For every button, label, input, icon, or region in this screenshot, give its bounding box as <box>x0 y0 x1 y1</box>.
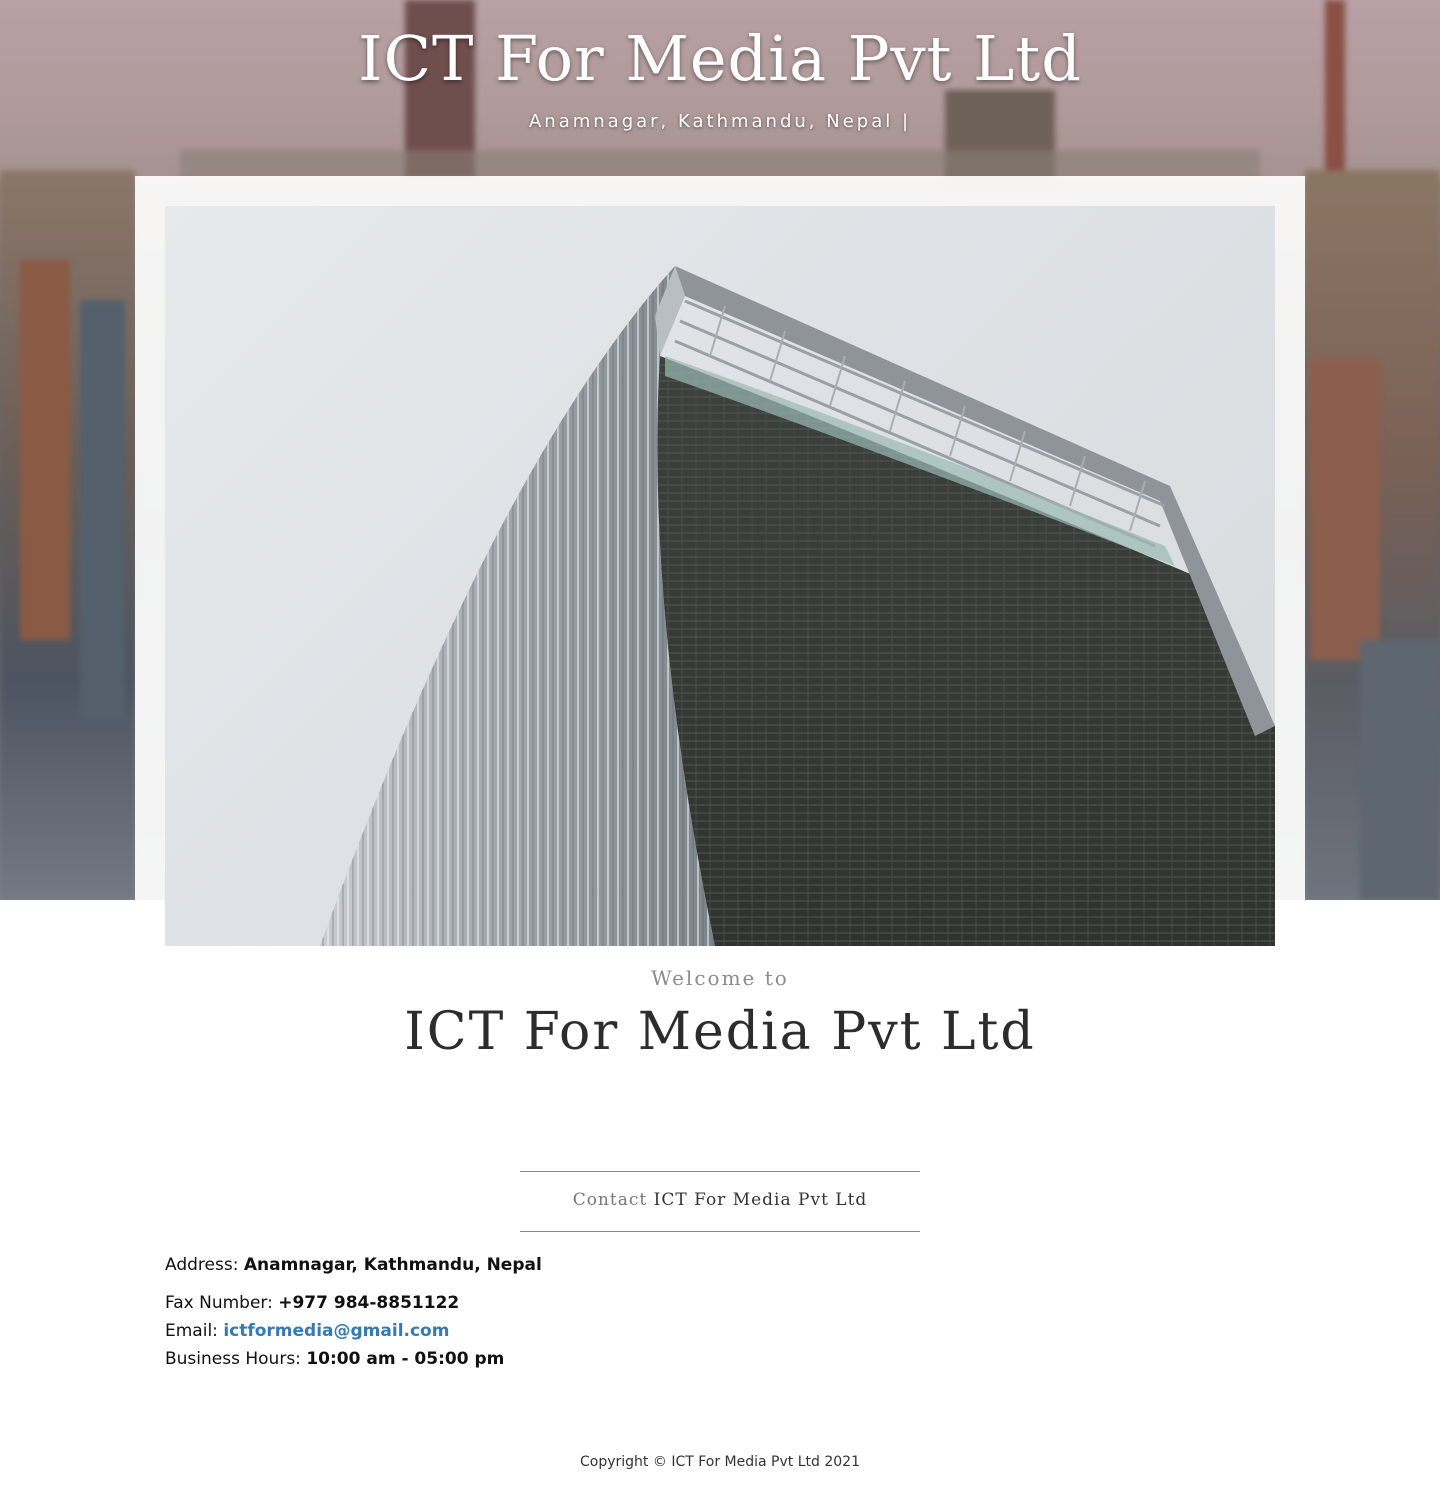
divider-top <box>520 1171 920 1172</box>
email-label: Email: <box>165 1321 218 1341</box>
site-tagline: Anamnagar, Kathmandu, Nepal | <box>528 111 912 132</box>
address-value: Anamnagar, Kathmandu, Nepal <box>243 1255 542 1275</box>
fax-label: Fax Number: <box>165 1293 273 1313</box>
fax-line: Fax Number: +977 984-8851122 <box>165 1293 459 1313</box>
hours-line: Business Hours: 10:00 am - 05:00 pm <box>165 1349 504 1369</box>
address-label: Address: <box>165 1255 239 1275</box>
hours-value: 10:00 am - 05:00 pm <box>306 1349 505 1369</box>
welcome-text: Welcome to <box>651 966 789 990</box>
contact-heading-prefix: Contact <box>572 1190 648 1210</box>
city-building <box>20 260 70 640</box>
city-building <box>1360 640 1440 900</box>
featured-building-photo <box>165 206 1275 946</box>
divider-bottom <box>520 1231 920 1232</box>
city-building <box>1310 360 1380 660</box>
email-line: Email: ictformedia@gmail.com <box>165 1321 449 1341</box>
building-illustration <box>320 266 1275 946</box>
site-title: ICT For Media Pvt Ltd <box>358 22 1082 95</box>
fax-value: +977 984-8851122 <box>278 1293 460 1313</box>
address-line: Address: Anamnagar, Kathmandu, Nepal <box>165 1255 542 1275</box>
email-link[interactable]: ictformedia@gmail.com <box>223 1321 449 1341</box>
city-building <box>80 300 125 720</box>
contact-heading-name: ICT For Media Pvt Ltd <box>653 1190 868 1210</box>
hours-label: Business Hours: <box>165 1349 301 1369</box>
page-title: ICT For Media Pvt Ltd <box>404 1002 1036 1062</box>
footer-copyright: Copyright © ICT For Media Pvt Ltd 2021 <box>580 1454 860 1470</box>
contact-heading: Contact ICT For Media Pvt Ltd <box>520 1190 920 1210</box>
